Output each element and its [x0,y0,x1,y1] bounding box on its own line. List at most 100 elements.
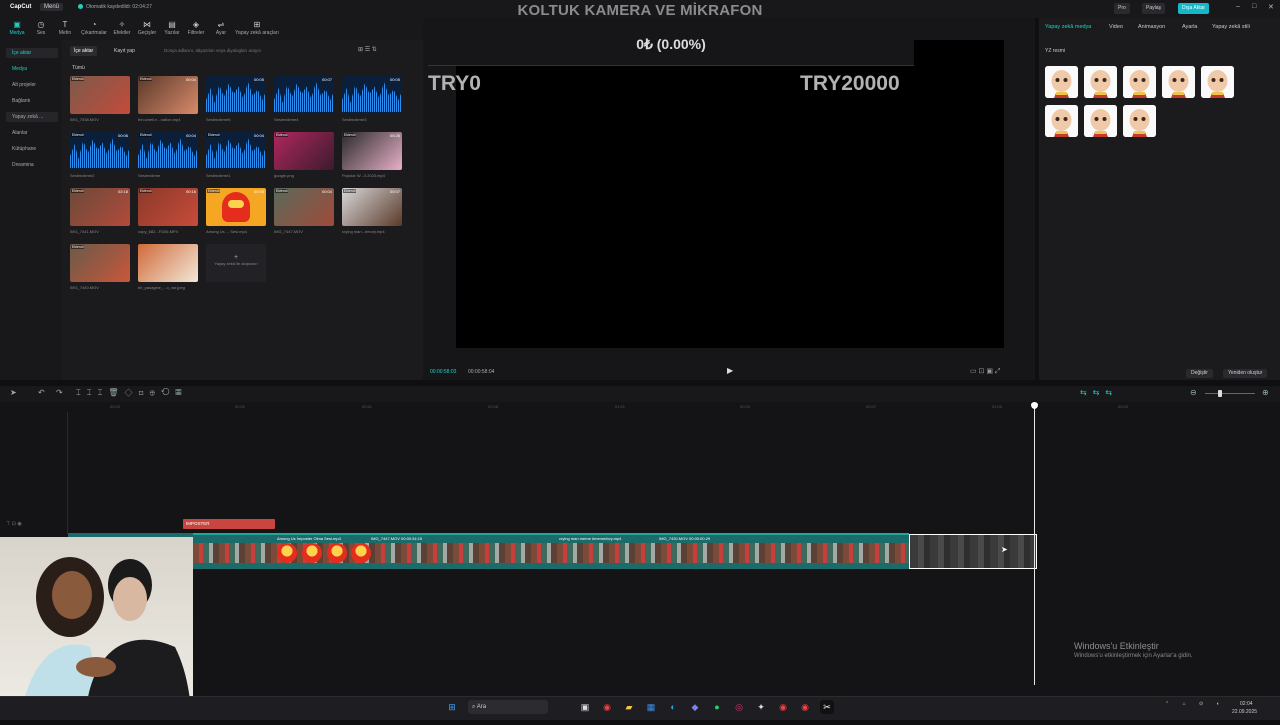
sidebar-item-subprojects[interactable]: Alt projeler [6,80,58,90]
ai-image-thumb[interactable] [1045,66,1078,98]
selected-clip[interactable] [909,534,1037,569]
media-thumbnail[interactable]: Eklendi 00:06 [70,132,130,170]
tool-text[interactable]: T Metin [50,20,80,36]
media-thumbnail[interactable]: Eklendi 00:04 [138,132,198,170]
media-thumbnail[interactable]: Eklendi 05:26 [342,132,402,170]
record-tab[interactable]: Kayıt yap [110,46,139,56]
sidebar-item-link[interactable]: Bağlantı [6,96,58,106]
view-toggle-icon[interactable]: ⊞ ☰ ⇅ [358,46,377,53]
tab-ai-style[interactable]: Yapay zekâ stili [1212,24,1250,30]
teams-icon[interactable]: ◆ [688,700,702,714]
import-tab[interactable]: İçe aktar [70,46,98,56]
tool-label: Çıkartmalar [81,30,107,36]
ai-image-thumb[interactable] [1162,66,1195,98]
snap-tools-icon[interactable]: ⇆⇆⇆ [1080,388,1118,397]
app-icon[interactable]: ✦ [754,700,768,714]
tool-label: Filtreler [187,30,205,36]
sidebar-item-library[interactable]: Kütüphane [6,144,58,154]
zoom-slider-handle[interactable] [1218,390,1222,397]
media-thumbnail[interactable]: Eklendi 00:16 [138,188,198,226]
change-button[interactable]: Değiştir [1186,369,1213,378]
baby-face-image [1123,66,1156,98]
media-thumbnail[interactable]: 00:05 [342,76,402,114]
video-thumbnails-strip [193,543,909,563]
sidebar-item-dreamina[interactable]: Dreamina [6,160,58,170]
ai-image-thumb[interactable] [1084,66,1117,98]
media-thumbnail[interactable]: Eklendi [70,76,130,114]
ai-image-thumb[interactable] [1123,66,1156,98]
baby-face-image [1201,66,1234,98]
media-filename: Seslendirme1 [206,173,231,178]
track-controls-icon[interactable]: ⊤ ⊡ ◉ [6,521,22,527]
sidebar-item-import[interactable]: İçe aktar [6,48,58,58]
all-filter-label[interactable]: Tümü [72,65,85,71]
redo-icon[interactable]: ↷ [56,388,63,397]
preview-controls-icon[interactable]: ▭ ⊡ ▣ ⤢ [970,367,1001,376]
zoom-out-icon[interactable]: ⊖ [1190,388,1197,397]
imposter-text-clip[interactable]: IMPOSTER [183,519,275,529]
regenerate-button[interactable]: Yeniden oluştur [1223,369,1268,378]
folder-icon[interactable]: ▰ [622,700,636,714]
undo-icon[interactable]: ↶ [38,388,45,397]
media-thumbnail[interactable]: Eklendi [274,132,334,170]
sidebar-item-spaces[interactable]: Alanlar [6,128,58,138]
zoom-slider[interactable] [1205,393,1255,394]
media-thumbnail[interactable]: 00:05 [206,76,266,114]
added-badge: Eklendi [71,133,85,137]
waveform [70,138,130,168]
added-badge: Eklendi [275,133,289,137]
media-thumbnail[interactable]: Eklendi 00:05 [206,188,266,226]
among-us-visor [228,200,244,208]
playhead[interactable] [1031,402,1038,685]
sidebar-item-ai[interactable]: Yapay zekâ ... [6,112,58,122]
instagram-icon[interactable]: ◎ [732,700,746,714]
spotify-icon[interactable]: ● [710,700,724,714]
baby-face-image [1084,66,1117,98]
tab-video[interactable]: Video [1109,24,1123,30]
tab-animation[interactable]: Animasyon [1138,24,1165,30]
system-tray-icons[interactable]: ⌃ ⌂ ⊙ ◐ [1165,701,1226,707]
zoom-in-icon[interactable]: ⊕ [1262,388,1269,397]
edit-tools-icon[interactable]: ⌶⌶⌶🗑◇⊡⊕⟲▦ [76,388,188,398]
chrome-icon-3[interactable]: ◉ [798,700,812,714]
store-icon[interactable]: ▦ [644,700,658,714]
media-filename: Among Us ... Sesi.mp4 [206,229,247,234]
windows-activate-title: Windows'u Etkinleştir [1074,641,1159,651]
media-filename: Seslendirme5 [206,117,231,122]
media-thumbnail[interactable]: Eklendi 00:04 [274,188,334,226]
ai-image-thumb[interactable] [1201,66,1234,98]
webcam-image [20,557,193,720]
start-icon[interactable]: ⊞ [445,700,459,714]
media-thumbnail[interactable]: 00:07 [274,76,334,114]
sidebar-item-media[interactable]: Medya [6,64,58,74]
ai-image-thumb[interactable] [1045,105,1078,137]
media-thumbnail[interactable]: Eklendi 02:18 [70,188,130,226]
added-badge: Eklendi [71,77,85,81]
media-thumbnail[interactable] [138,244,198,282]
ai-create-label: Yapay zekâ ile oluşturun [214,261,258,266]
chrome-icon-2[interactable]: ◉ [776,700,790,714]
taskbar-search[interactable]: ⌕ Ara [468,700,548,714]
media-thumbnail[interactable]: Eklendi 00:07 [342,188,402,226]
tool-stickers[interactable]: ◔ Çıkartmalar [79,20,109,36]
media-search-input[interactable]: Dosya adlarını, altyazıları veya diyalog… [158,46,348,56]
ai-image-thumb[interactable] [1123,105,1156,137]
tab-ai-media[interactable]: Yapay zekâ medya [1045,24,1091,30]
baby-face-image [1045,66,1078,98]
preview-screen [456,40,1004,348]
tool-ai[interactable]: ⊞ Yapay zekâ araçları [232,20,282,36]
select-tool-icon[interactable]: ➤ [10,388,17,397]
capcut-icon[interactable]: ✂ [820,700,834,714]
ai-image-thumb[interactable] [1084,105,1117,137]
ai-create-tile[interactable]: + Yapay zekâ ile oluşturun [206,244,266,282]
main-video-track[interactable]: IMG_7441.MOV 00:00:00:00 Among Us İmpost… [69,533,909,569]
chrome-icon[interactable]: ◉ [600,700,614,714]
media-thumbnail[interactable]: Eklendi [70,244,130,282]
play-icon[interactable]: ▶ [727,366,733,375]
windows-activate-hint: Windows'u etkinleştirmek için Ayarlar'a … [1074,653,1193,659]
media-thumbnail[interactable]: Eklendi 00:04 [138,76,198,114]
media-thumbnail[interactable]: Eklendi 00:04 [206,132,266,170]
tab-adjust[interactable]: Ayarla [1182,24,1198,30]
task-view-icon[interactable]: ▣ [578,700,592,714]
edge-icon[interactable]: ◐ [666,700,680,714]
